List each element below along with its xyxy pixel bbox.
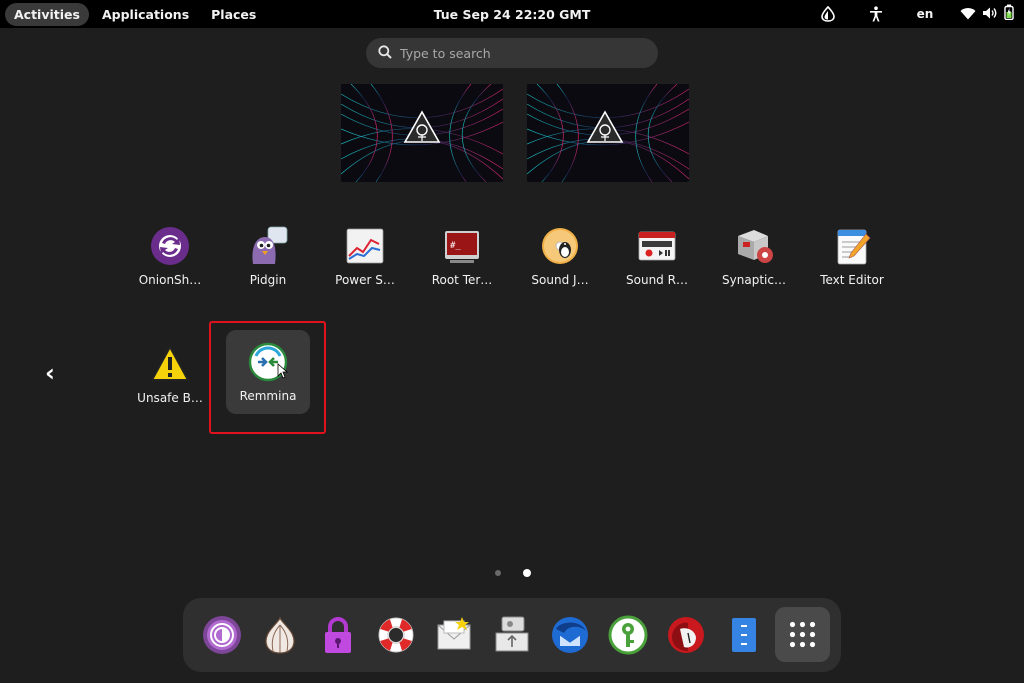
app-text-editor[interactable]: Text Editor	[810, 206, 894, 298]
dock-thunderbird[interactable]	[547, 612, 593, 658]
persistent-storage-icon	[495, 616, 529, 652]
app-label: Text Editor	[820, 273, 884, 287]
pidgin-icon	[252, 226, 288, 264]
workspace-wallpaper	[341, 84, 503, 182]
dock-keepassxc[interactable]	[605, 612, 651, 658]
dock-onion-circuits[interactable]	[257, 612, 303, 658]
volume-icon[interactable]	[982, 5, 998, 24]
help-lifebuoy-icon	[378, 617, 414, 653]
app-synaptic[interactable]: Synaptic…	[712, 206, 796, 298]
onionshare-icon	[151, 227, 189, 265]
battery-icon[interactable]	[1004, 4, 1014, 24]
clock[interactable]: Tue Sep 24 22:20 GMT	[434, 7, 591, 22]
page-indicator-1[interactable]	[495, 570, 501, 576]
app-label: Sound R…	[626, 273, 688, 287]
dock-help[interactable]	[373, 612, 419, 658]
app-label: Sound J…	[531, 273, 589, 287]
previous-page-arrow[interactable]: ‹	[40, 360, 60, 386]
app-unsafe-browser[interactable]: Unsafe B…	[128, 324, 212, 416]
synaptic-icon	[738, 230, 773, 263]
text-editor-icon	[837, 229, 871, 265]
dock-tor-browser[interactable]	[199, 612, 245, 658]
search-icon	[378, 44, 392, 63]
app-sound-juicer[interactable]: Sound J…	[518, 206, 602, 298]
power-statistics-icon	[346, 228, 384, 264]
language-indicator[interactable]: en	[904, 0, 946, 28]
tor-browser-icon	[203, 616, 241, 654]
mail-icon	[437, 617, 471, 650]
unsafe-browser-icon	[151, 346, 189, 381]
search-bar[interactable]	[366, 38, 658, 68]
page-indicator-2[interactable]	[523, 569, 531, 577]
workspace-thumbnail-2[interactable]	[527, 84, 689, 182]
app-onionshare[interactable]: OnionSh…	[128, 206, 212, 298]
files-icon	[732, 618, 756, 652]
keepassxc-icon	[608, 615, 648, 655]
tor-onion-status-icon[interactable]	[808, 0, 848, 28]
sound-juicer-icon	[542, 228, 578, 264]
app-pidgin[interactable]: Pidgin	[226, 206, 310, 298]
dock-files[interactable]	[721, 612, 767, 658]
app-root-terminal[interactable]: #_ Root Ter…	[420, 206, 504, 298]
show-applications-button[interactable]	[775, 607, 830, 662]
unsafe-browser-dock-icon	[668, 617, 704, 653]
root-terminal-icon: #_	[445, 231, 479, 263]
svg-text:#_: #_	[450, 241, 461, 251]
dock-keepassxc-lock[interactable]	[315, 612, 361, 658]
thunderbird-icon	[552, 617, 588, 653]
activities-button[interactable]: Activities	[5, 2, 89, 26]
selection-highlight	[209, 321, 326, 434]
system-tray: en	[808, 0, 1014, 28]
places-menu[interactable]: Places	[202, 3, 265, 26]
app-label: Root Ter…	[431, 273, 493, 287]
wifi-icon[interactable]	[960, 5, 976, 24]
app-label: Unsafe B…	[137, 391, 203, 405]
app-label: Power S…	[335, 273, 395, 287]
show-apps-icon	[789, 621, 816, 648]
search-input[interactable]	[400, 45, 630, 61]
workspace-thumbnail-1[interactable]	[341, 84, 503, 182]
keepassxc-lock-icon	[325, 617, 351, 653]
workspace-wallpaper	[527, 84, 689, 182]
applications-menu[interactable]: Applications	[93, 3, 198, 26]
dock-persistent-storage[interactable]	[489, 612, 535, 658]
accessibility-icon[interactable]	[848, 0, 904, 28]
app-sound-recorder[interactable]: Sound R…	[615, 206, 699, 298]
app-label: Synaptic…	[722, 273, 786, 287]
dock-unsafe-browser[interactable]	[663, 612, 709, 658]
app-label: Pidgin	[249, 273, 287, 287]
onion-circuits-icon	[265, 616, 295, 654]
app-label: OnionSh…	[138, 273, 202, 287]
app-power-statistics[interactable]: Power S…	[323, 206, 407, 298]
dock-mail[interactable]	[431, 612, 477, 658]
dash-dock	[183, 598, 841, 672]
sound-recorder-icon	[638, 231, 676, 261]
